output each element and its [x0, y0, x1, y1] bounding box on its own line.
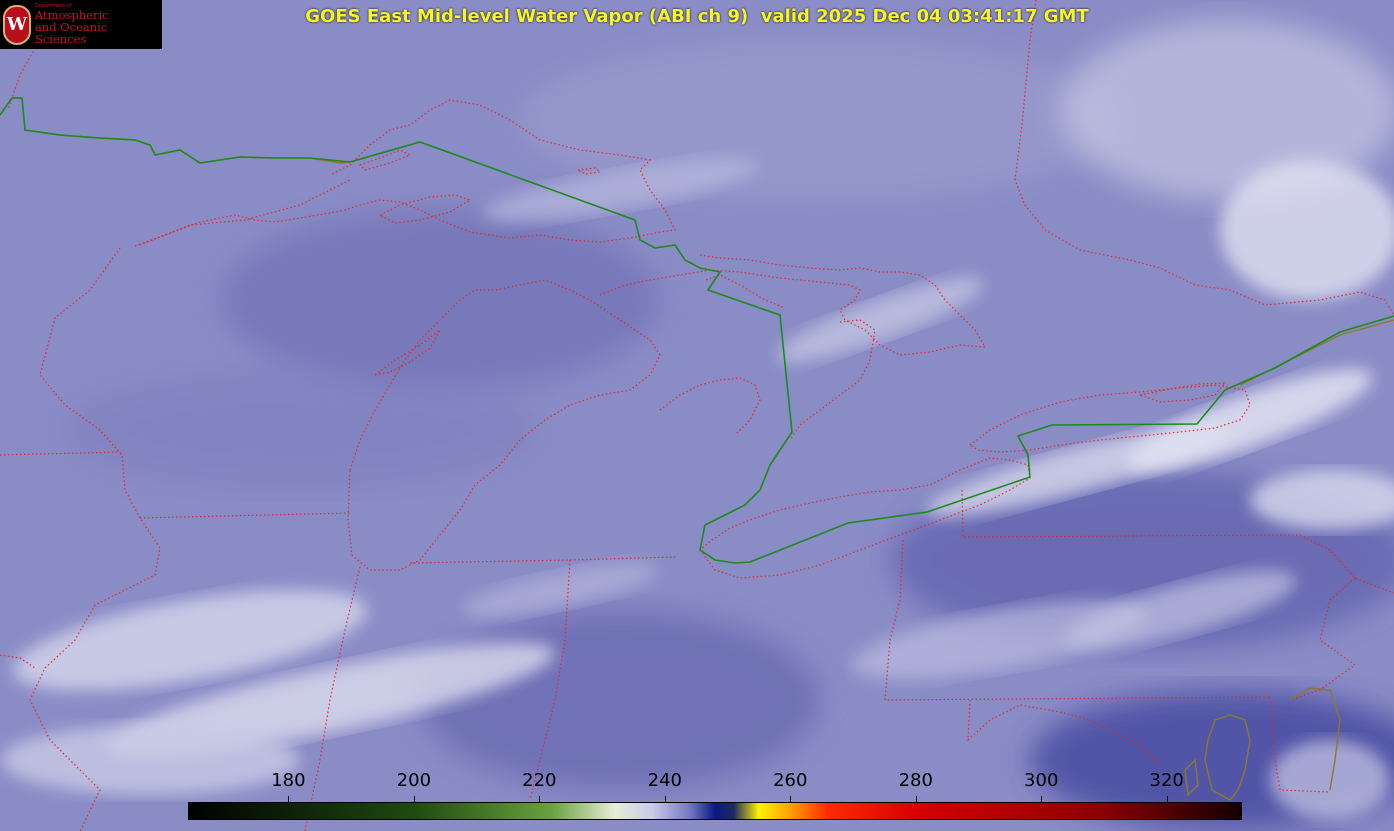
colorbar-tick-label: 300: [1024, 770, 1059, 791]
colorbar-tick-label: 240: [647, 770, 682, 791]
colorbar-legend: 180 200 220 240 260 280 300 320: [188, 770, 1242, 822]
colorbar-gradient: [188, 802, 1242, 820]
water-vapor-imagery: [0, 0, 1394, 831]
colorbar-tick-label: 200: [396, 770, 432, 791]
colorbar-tick-label: 220: [522, 770, 557, 791]
colorbar-tick-label: 280: [898, 770, 933, 791]
colorbar-tick-label: 260: [773, 770, 808, 791]
colorbar-tick-label: 180: [271, 770, 306, 791]
colorbar-tick-label: 320: [1149, 770, 1184, 791]
image-title: GOES East Mid-level Water Vapor (ABI ch …: [305, 6, 1089, 27]
